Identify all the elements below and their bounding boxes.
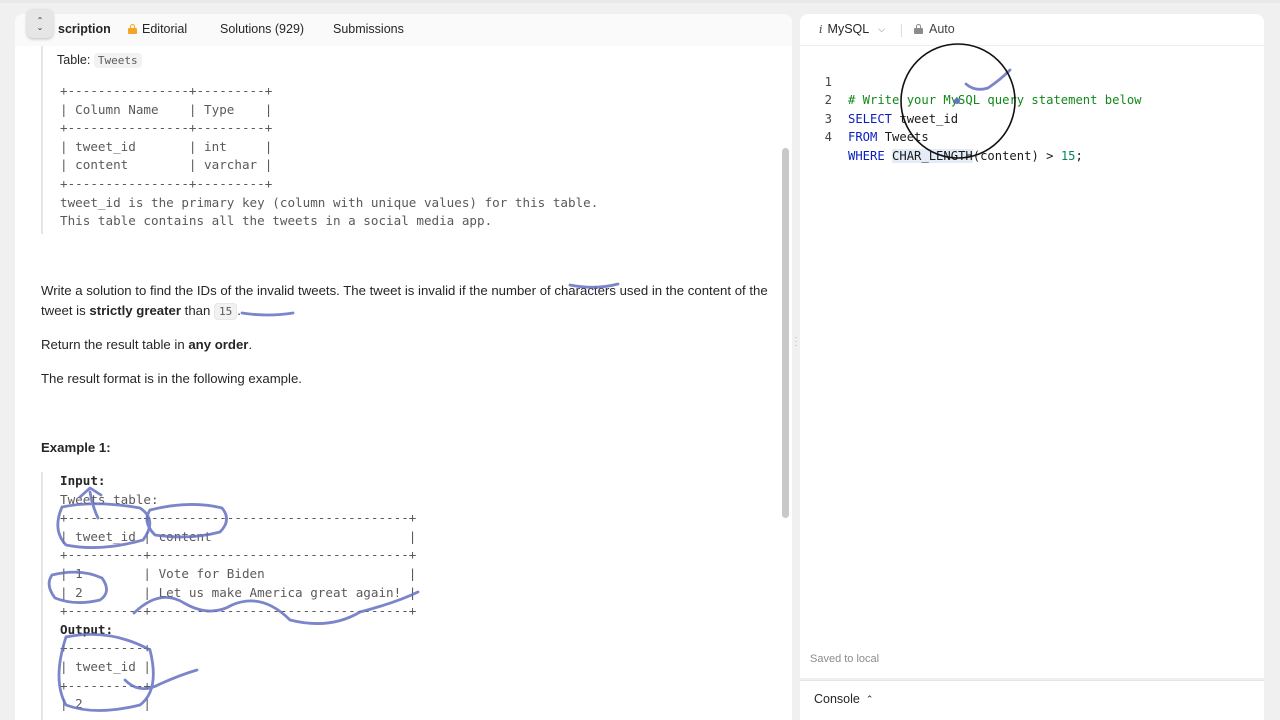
output-line: | tweet_id | bbox=[60, 658, 151, 674]
tab-editorial[interactable]: Editorial bbox=[128, 22, 187, 36]
problem-text-2: than bbox=[181, 303, 214, 318]
schema-block: +----------------+---------+ | Column Nam… bbox=[41, 46, 598, 234]
example-line: | 1 | Vote for Biden | bbox=[60, 565, 417, 581]
example-heading: Example 1: bbox=[41, 440, 111, 455]
saved-status: Saved to local bbox=[810, 653, 880, 665]
language-selector[interactable]: i MySQL ⌵ bbox=[819, 22, 885, 36]
table-label-prefix: Table: bbox=[57, 53, 91, 67]
mysql-info-icon: i bbox=[819, 22, 823, 36]
example-line: +----------+----------------------------… bbox=[60, 510, 417, 526]
code-keyword: WHERE bbox=[848, 148, 885, 163]
schema-line: | tweet_id | int | bbox=[60, 138, 273, 154]
table-name-label: Table: Tweets bbox=[57, 53, 142, 68]
code-keyword: SELECT bbox=[848, 111, 893, 126]
console-toggle-button[interactable]: Console ⌃ bbox=[814, 692, 873, 706]
schema-line: | content | varchar | bbox=[60, 157, 273, 173]
description-panel: scription Editorial Solutions (929) Subm… bbox=[15, 14, 792, 720]
chevron-down-icon: ⌵ bbox=[878, 23, 886, 34]
table-name-code: Tweets bbox=[93, 53, 142, 68]
return-text: Return the result table in bbox=[41, 337, 189, 352]
code-text: FROM Tweets bbox=[848, 128, 929, 147]
code-line: 3 FROM Tweets bbox=[800, 91, 929, 145]
threshold-code: 15 bbox=[214, 303, 238, 320]
code-text: WHERE CHAR_LENGTH(content) > 15; bbox=[848, 147, 1083, 166]
code-text: SELECT tweet_id bbox=[848, 110, 958, 129]
panel-resize-handle[interactable]: · · · bbox=[793, 333, 799, 350]
tab-submissions[interactable]: Submissions bbox=[333, 22, 404, 36]
tab-solutions[interactable]: Solutions (929) bbox=[220, 22, 304, 36]
schema-line: | Column Name | Type | bbox=[60, 101, 273, 117]
code-comment: # Write your MySQL query statement below bbox=[848, 93, 1142, 108]
output-line: +----------+ bbox=[60, 714, 416, 720]
schema-line: +----------------+---------+ bbox=[60, 83, 273, 98]
tab-description[interactable]: scription bbox=[58, 22, 111, 36]
line-number: 4 bbox=[824, 130, 832, 145]
code-rest: tweet_id bbox=[892, 111, 959, 126]
schema-line: This table contains all the tweets in a … bbox=[60, 213, 493, 229]
output-label: Output: bbox=[60, 621, 114, 637]
example-line: +----------+----------------------------… bbox=[60, 603, 417, 619]
format-statement: The result format is in the following ex… bbox=[41, 371, 302, 386]
output-line: | 2 | bbox=[60, 696, 151, 712]
expand-icon[interactable]: ⌃ ⌄ bbox=[27, 10, 53, 38]
return-statement: Return the result table in any order. bbox=[41, 335, 771, 355]
problem-statement: Write a solution to find the IDs of the … bbox=[41, 281, 771, 322]
code-editor-panel: i MySQL ⌵ Auto 1 # Write your MySQL quer… bbox=[800, 14, 1264, 678]
example-text: Input: Tweets table: +----------+---------… bbox=[60, 472, 416, 720]
example-line: +----------+----------------------------… bbox=[60, 547, 417, 563]
code-rest: Tweets bbox=[877, 130, 929, 145]
code-mid: (content) > bbox=[972, 148, 1061, 163]
auto-label: Auto bbox=[929, 22, 955, 36]
schema-text: +----------------+---------+ | Column Nam… bbox=[60, 82, 598, 231]
output-line: +----------+ bbox=[60, 640, 151, 656]
lock-icon bbox=[128, 24, 137, 34]
window-right-edge bbox=[1264, 14, 1280, 720]
schema-line: +----------------+---------+ bbox=[60, 120, 273, 136]
code-number: 15 bbox=[1060, 148, 1076, 163]
example-line: Tweets table: bbox=[60, 491, 159, 507]
tab-editorial-label: Editorial bbox=[142, 22, 188, 36]
code-line: 4 WHERE CHAR_LENGTH(content) > 15; bbox=[800, 110, 1083, 163]
input-label: Input: bbox=[60, 473, 106, 488]
chevron-up-icon: ⌃ bbox=[865, 693, 874, 704]
console-label: Console bbox=[814, 692, 860, 706]
output-line: +----------+ bbox=[60, 677, 151, 693]
problem-description: Table: Tweets +----------------+--------… bbox=[41, 46, 781, 720]
example-block: Input: Tweets table: +----------+---------… bbox=[41, 472, 416, 720]
code-line: 1 # Write your MySQL query statement bel… bbox=[800, 54, 1142, 108]
console-bar: Console ⌃ bbox=[800, 680, 1264, 720]
schema-line: +----------------+---------+ bbox=[60, 175, 273, 191]
problem-bold: strictly greater bbox=[89, 303, 181, 318]
example-line: | tweet_id | content | bbox=[60, 528, 417, 544]
editor-toolbar: i MySQL ⌵ Auto bbox=[800, 14, 1264, 46]
return-bold: any order bbox=[188, 337, 249, 352]
code-line: 2 SELECT tweet_id bbox=[800, 73, 958, 126]
lock-icon bbox=[914, 24, 923, 34]
scrollbar-thumb[interactable] bbox=[782, 148, 789, 518]
code-end: ; bbox=[1075, 148, 1083, 163]
code-keyword: FROM bbox=[848, 130, 878, 145]
problem-tab-bar: scription Editorial Solutions (929) Subm… bbox=[15, 14, 792, 46]
window-top-strip bbox=[0, 0, 1280, 3]
code-function: CHAR_LENGTH bbox=[892, 148, 973, 163]
language-label: MySQL bbox=[827, 22, 870, 36]
return-text-2: . bbox=[248, 337, 253, 352]
problem-text-3: . bbox=[237, 303, 241, 318]
schema-line: tweet_id is the primary key (column with… bbox=[60, 194, 599, 210]
toolbar-divider bbox=[901, 24, 902, 37]
auto-mode-button[interactable]: Auto bbox=[914, 22, 955, 36]
example-line: | 2 | Let us make America great again! | bbox=[60, 584, 417, 600]
